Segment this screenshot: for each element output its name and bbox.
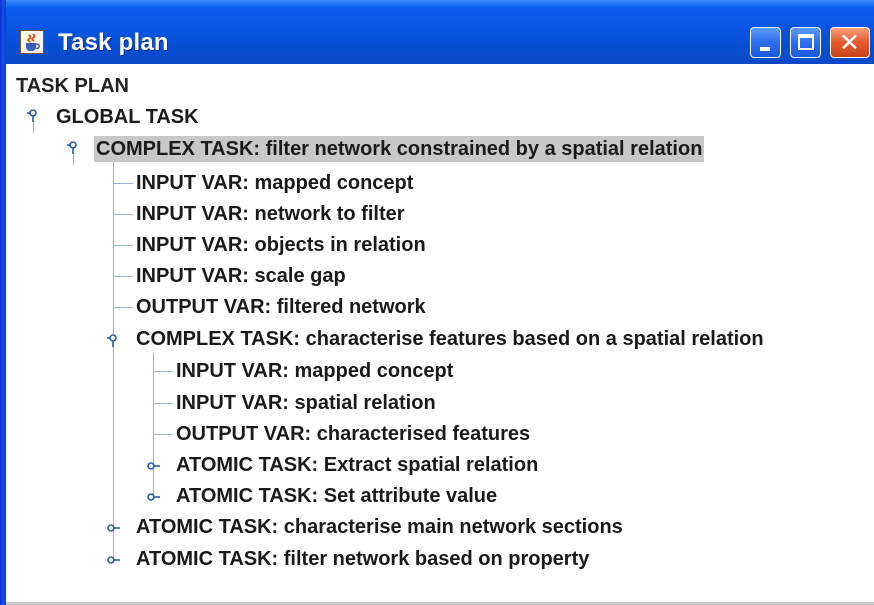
- tree-node[interactable]: OUTPUT VAR: characterised features: [176, 421, 530, 447]
- tree-node[interactable]: INPUT VAR: network to filter: [136, 201, 405, 227]
- tree-node[interactable]: COMPLEX TASK: characterise features base…: [136, 326, 764, 352]
- java-cup-icon[interactable]: [20, 30, 44, 54]
- close-icon: ✕: [839, 29, 860, 57]
- tree-node-selected[interactable]: COMPLEX TASK: filter network constrained…: [94, 136, 705, 162]
- minimize-icon: [760, 47, 770, 51]
- task-plan-tree[interactable]: TASK PLAN GLOBAL TASK COMPLEX TASK: filt…: [6, 64, 874, 605]
- tree-node[interactable]: ATOMIC TASK: Extract spatial relation: [176, 452, 538, 478]
- tree-line: [153, 371, 173, 372]
- expand-handle-icon[interactable]: [106, 553, 120, 567]
- tree-line: [113, 160, 114, 563]
- tree-node[interactable]: ATOMIC TASK: characterise main network s…: [136, 514, 623, 540]
- tree-line: [113, 307, 133, 308]
- tree-node[interactable]: INPUT VAR: mapped concept: [136, 170, 413, 196]
- tree-node[interactable]: INPUT VAR: spatial relation: [176, 390, 436, 416]
- tree-node[interactable]: INPUT VAR: scale gap: [136, 263, 346, 289]
- maximize-icon: [798, 34, 814, 50]
- expand-handle-icon[interactable]: [106, 521, 120, 535]
- window-title: Task plan: [58, 29, 169, 56]
- expand-handle-icon[interactable]: [146, 459, 160, 473]
- collapse-handle-icon[interactable]: [66, 141, 80, 155]
- expand-handle-icon[interactable]: [146, 490, 160, 504]
- title-bar[interactable]: Task plan ✕: [0, 0, 874, 64]
- tree-node[interactable]: OUTPUT VAR: filtered network: [136, 294, 426, 320]
- tree-node[interactable]: INPUT VAR: objects in relation: [136, 232, 426, 258]
- close-button[interactable]: ✕: [830, 27, 870, 58]
- tree-line: [113, 183, 133, 184]
- tree-node[interactable]: INPUT VAR: mapped concept: [176, 358, 453, 384]
- minimize-button[interactable]: [750, 27, 781, 58]
- collapse-handle-icon[interactable]: [106, 334, 120, 348]
- tree-root-label[interactable]: TASK PLAN: [16, 73, 129, 99]
- tree-line: [113, 245, 133, 246]
- tree-node[interactable]: ATOMIC TASK: Set attribute value: [176, 483, 497, 509]
- task-plan-window: Task plan ✕ TASK PLAN GLOBAL TASK COMPLE…: [0, 0, 874, 605]
- tree-line: [153, 403, 173, 404]
- tree-line: [113, 276, 133, 277]
- tree-node[interactable]: ATOMIC TASK: filter network based on pro…: [136, 546, 589, 572]
- maximize-button[interactable]: [790, 27, 821, 58]
- tree-line: [153, 353, 154, 499]
- tree-line: [153, 434, 173, 435]
- tree-line: [113, 214, 133, 215]
- tree-node-global-task[interactable]: GLOBAL TASK: [56, 104, 199, 130]
- collapse-handle-icon[interactable]: [26, 109, 40, 123]
